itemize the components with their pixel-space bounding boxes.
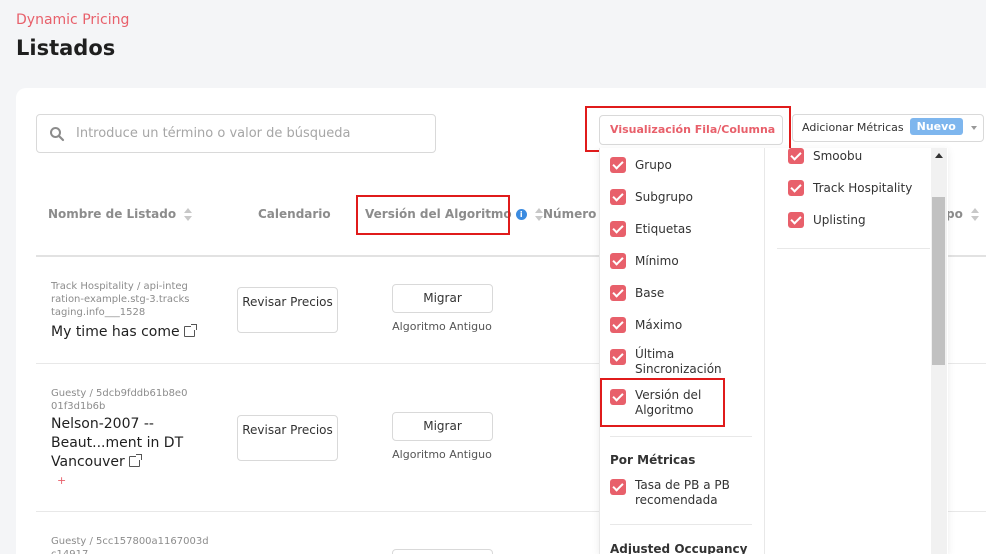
option-track-hospitality[interactable]: Track Hospitality bbox=[813, 181, 912, 196]
section-label: Dynamic Pricing bbox=[16, 12, 130, 28]
option-grupo[interactable]: Grupo bbox=[635, 158, 672, 173]
column-header-right[interactable]: po bbox=[946, 207, 979, 222]
option-tasa-pb[interactable]: Tasa de PB a PB recomendada bbox=[635, 478, 745, 508]
row-name[interactable]: My time has come bbox=[51, 323, 201, 342]
checkbox-grupo[interactable] bbox=[610, 157, 626, 173]
column-header-right-label: po bbox=[946, 207, 963, 221]
add-metrics-label: Adicionar Métricas bbox=[802, 121, 904, 134]
sort-icon[interactable] bbox=[184, 207, 193, 222]
dropdown-column-divider bbox=[764, 148, 765, 554]
add-tag-icon[interactable]: + bbox=[57, 474, 66, 487]
highlight-box bbox=[585, 106, 791, 152]
external-link-icon[interactable] bbox=[128, 454, 142, 467]
review-prices-button[interactable]: Revisar Precios bbox=[237, 415, 338, 461]
dropdown-divider bbox=[777, 248, 930, 249]
algorithm-version-label: Algoritmo Antiguo bbox=[392, 448, 492, 461]
scroll-up-icon[interactable] bbox=[935, 153, 943, 158]
review-prices-button[interactable]: Revisar Precios bbox=[237, 287, 338, 333]
row-name-label: Nelson-2007 -- Beaut...ment in DT Vancou… bbox=[51, 416, 184, 470]
checkbox-tasa-pb[interactable] bbox=[610, 479, 626, 495]
page-title: Listados bbox=[16, 36, 116, 60]
sort-icon[interactable] bbox=[970, 207, 979, 222]
migrate-button[interactable]: Migrar bbox=[392, 284, 493, 313]
scrollbar-thumb[interactable] bbox=[932, 197, 945, 365]
column-header-name[interactable]: Nombre de Listado bbox=[48, 207, 193, 222]
option-base[interactable]: Base bbox=[635, 286, 664, 301]
option-minimo[interactable]: Mínimo bbox=[635, 254, 679, 269]
column-header-calendar: Calendario bbox=[258, 207, 331, 221]
chevron-down-icon bbox=[970, 126, 977, 130]
sort-icon[interactable] bbox=[534, 207, 543, 222]
row-source: Guesty / 5cc157800a1167003dc14917 bbox=[51, 536, 209, 554]
checkbox-track-hospitality[interactable] bbox=[788, 180, 804, 196]
row-source: Track Hospitality / api-integration-exam… bbox=[51, 281, 190, 318]
migrate-button[interactable]: Migrar bbox=[392, 412, 493, 441]
group-por-metricas: Por Métricas bbox=[610, 453, 696, 467]
checkbox-minimo[interactable] bbox=[610, 253, 626, 269]
row-name-label: My time has come bbox=[51, 324, 180, 340]
option-uplisting[interactable]: Uplisting bbox=[813, 213, 866, 228]
row-name[interactable]: Nelson-2007 -- Beaut...ment in DT Vancou… bbox=[51, 415, 191, 472]
checkbox-base[interactable] bbox=[610, 285, 626, 301]
checkbox-subgrupo[interactable] bbox=[610, 189, 626, 205]
checkbox-etiquetas[interactable] bbox=[610, 221, 626, 237]
external-link-icon[interactable] bbox=[183, 324, 197, 337]
new-badge: Nuevo bbox=[909, 118, 963, 135]
checkbox-uplisting[interactable] bbox=[788, 212, 804, 228]
option-smoobu[interactable]: Smoobu bbox=[813, 149, 862, 164]
dropdown-divider bbox=[610, 524, 752, 525]
checkbox-smoobu[interactable] bbox=[788, 148, 804, 164]
info-icon[interactable]: i bbox=[515, 209, 527, 220]
option-ultima-sincronizacion[interactable]: Última Sincronización bbox=[635, 347, 725, 377]
highlight-box bbox=[600, 378, 725, 427]
option-subgrupo[interactable]: Subgrupo bbox=[635, 190, 693, 205]
algorithm-version-label: Algoritmo Antiguo bbox=[392, 320, 492, 333]
option-etiquetas[interactable]: Etiquetas bbox=[635, 222, 692, 237]
search-icon bbox=[50, 127, 65, 142]
checkbox-maximo[interactable] bbox=[610, 317, 626, 333]
group-adjusted-occupancy: Adjusted Occupancy bbox=[610, 542, 748, 554]
migrate-button[interactable] bbox=[392, 549, 493, 554]
row-source: Guesty / 5dcb9fddb61b8e001f3d1b6b bbox=[51, 388, 188, 412]
highlight-box bbox=[356, 195, 510, 235]
search-input[interactable]: Introduce un término o valor de búsqueda bbox=[36, 114, 436, 153]
column-header-name-label: Nombre de Listado bbox=[48, 207, 177, 221]
checkbox-ultima-sincronizacion[interactable] bbox=[610, 349, 626, 365]
add-metrics-button[interactable]: Adicionar Métricas Nuevo bbox=[792, 114, 984, 142]
search-placeholder: Introduce un término o valor de búsqueda bbox=[76, 126, 351, 141]
dropdown-divider bbox=[610, 436, 752, 437]
option-maximo[interactable]: Máximo bbox=[635, 318, 682, 333]
